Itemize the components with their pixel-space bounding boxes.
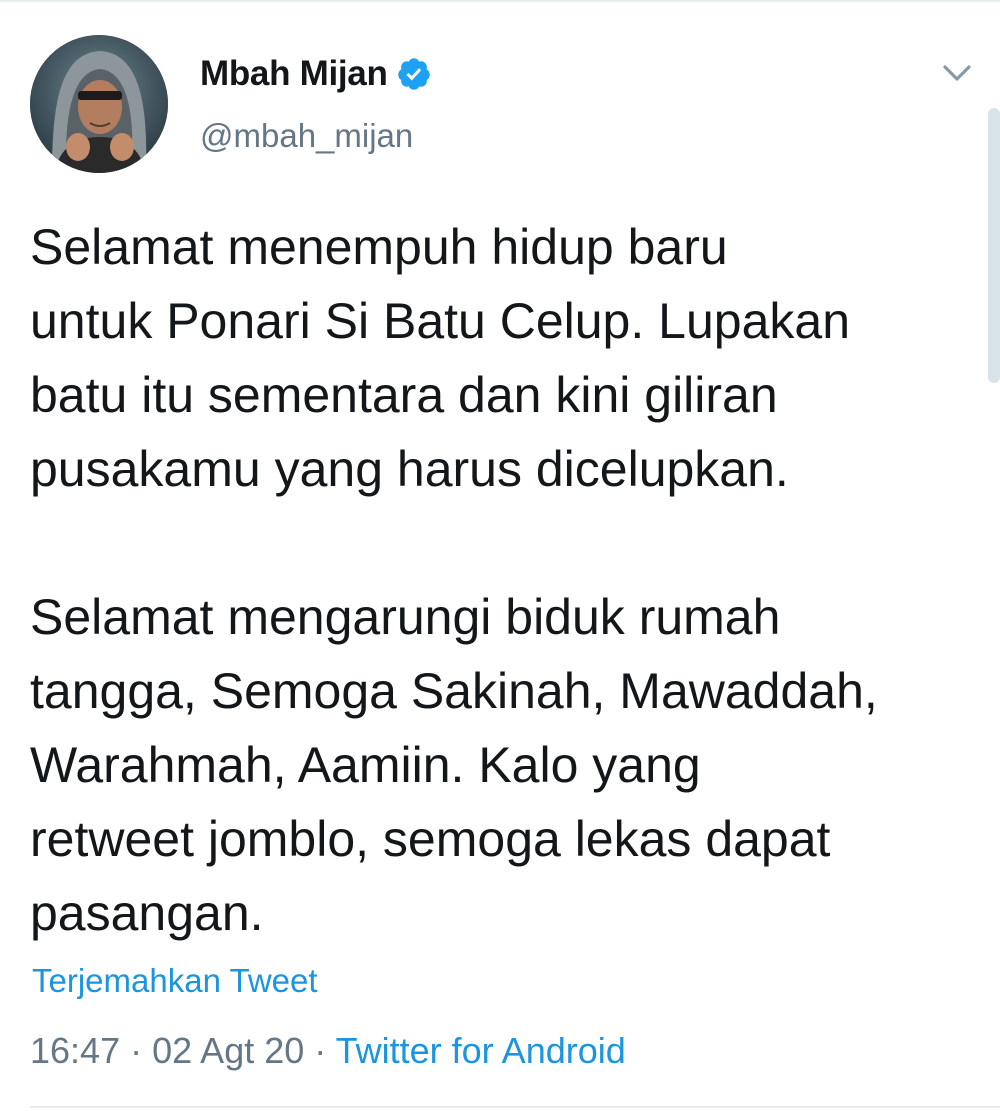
hooded-person-avatar-icon [30,35,168,173]
tweet-metadata: 16:47 · 02 Agt 20 · Twitter for Android [30,1030,626,1072]
author-display-name[interactable]: Mbah Mijan [200,54,388,94]
tweet-text: Selamat menempuh hidup baru untuk Ponari… [30,210,980,950]
top-divider [0,0,1000,2]
tweet-source-link[interactable]: Twitter for Android [336,1030,626,1071]
tweet-detail: Mbah Mijan @mbah_mijan Selamat menempuh … [0,0,1000,1111]
author-handle[interactable]: @mbah_mijan [200,117,413,155]
author-name-row[interactable]: Mbah Mijan [200,52,432,96]
avatar[interactable] [30,35,168,173]
separator: · [314,1030,327,1071]
tweet-time: 16:47 [30,1030,121,1071]
translate-tweet-link[interactable]: Terjemahkan Tweet [32,962,318,1000]
tweet-date: 02 Agt 20 [152,1030,305,1071]
tweet-paragraph: Selamat mengarungi biduk rumah tangga, S… [30,589,878,941]
bottom-divider [30,1106,1000,1108]
scrollbar[interactable] [988,108,1000,383]
chevron-down-icon[interactable] [940,58,974,88]
separator: · [130,1030,143,1071]
tweet-paragraph: Selamat menempuh hidup baru untuk Ponari… [30,219,850,497]
verified-badge-icon [396,56,432,92]
